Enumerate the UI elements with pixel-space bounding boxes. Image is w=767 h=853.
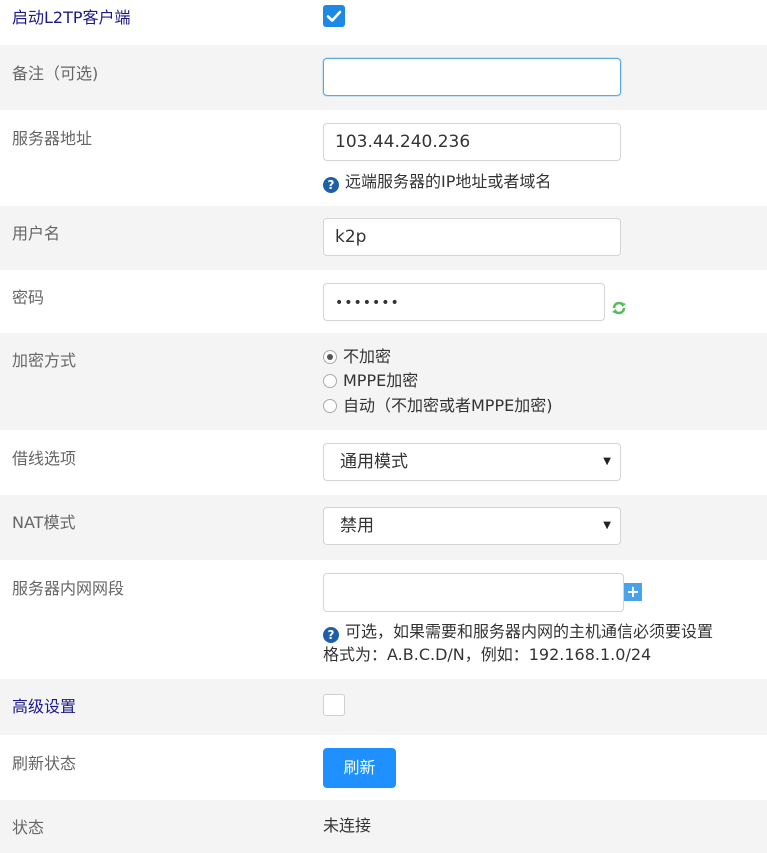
server-help-text: 远端服务器的IP地址或者域名 bbox=[345, 172, 552, 191]
question-icon: ? bbox=[323, 177, 339, 193]
server-row: 服务器地址 103.44.240.236 ? 远端服务器的IP地址或者域名 bbox=[0, 110, 767, 206]
server-address-input[interactable]: 103.44.240.236 bbox=[323, 123, 621, 161]
dropdown-arrow-icon: ▼ bbox=[603, 456, 611, 467]
line-option-label: 借线选项 bbox=[12, 449, 77, 468]
nat-mode-label: NAT模式 bbox=[12, 513, 76, 532]
password-row: 密码 ••••••• bbox=[0, 270, 767, 333]
line-option-value: 通用模式 bbox=[340, 452, 408, 472]
subnet-input[interactable] bbox=[323, 573, 624, 612]
radio-label: 自动（不加密或者MPPE加密) bbox=[343, 396, 553, 415]
password-input[interactable]: ••••••• bbox=[323, 283, 605, 321]
status-value: 未连接 bbox=[323, 816, 372, 835]
l2tp-enable-row: 启动L2TP客户端 bbox=[0, 0, 767, 45]
password-dots: ••••••• bbox=[335, 295, 400, 311]
remark-row: 备注（可选) bbox=[0, 45, 767, 110]
remark-label: 备注（可选) bbox=[12, 64, 99, 83]
nat-mode-row: NAT模式 禁用 ▼ bbox=[0, 495, 767, 560]
radio-button[interactable] bbox=[323, 399, 337, 413]
nat-mode-value: 禁用 bbox=[340, 516, 374, 536]
encryption-row: 加密方式 不加密 MPPE加密 自动（不加密或者MPPE加密) bbox=[0, 333, 767, 430]
nat-mode-select[interactable]: 禁用 ▼ bbox=[323, 507, 621, 545]
status-row: 状态 未连接 bbox=[0, 800, 767, 853]
refresh-icon[interactable] bbox=[611, 300, 627, 316]
line-option-select[interactable]: 通用模式 ▼ bbox=[323, 443, 621, 481]
server-label: 服务器地址 bbox=[12, 129, 93, 148]
checkmark-icon bbox=[326, 10, 342, 22]
advanced-checkbox[interactable] bbox=[323, 694, 345, 716]
subnet-help-format: 格式为：A.B.C.D/N，例如：192.168.1.0/24 bbox=[323, 645, 652, 664]
subnet-row: 服务器内网网段 + ? 可选，如果需要和服务器内网的主机通信必须要设置 格式为：A… bbox=[0, 560, 767, 679]
radio-button[interactable] bbox=[323, 374, 337, 388]
l2tp-enable-label: 启动L2TP客户端 bbox=[12, 8, 131, 27]
subnet-label: 服务器内网网段 bbox=[12, 579, 125, 598]
refresh-label: 刷新状态 bbox=[12, 754, 77, 773]
radio-button[interactable] bbox=[323, 350, 337, 364]
radio-label: 不加密 bbox=[343, 347, 392, 366]
encryption-option-mppe[interactable]: MPPE加密 bbox=[323, 370, 418, 392]
password-label: 密码 bbox=[12, 288, 45, 307]
subnet-help-line1: 可选，如果需要和服务器内网的主机通信必须要设置 bbox=[345, 622, 714, 641]
refresh-button[interactable]: 刷新 bbox=[323, 748, 396, 788]
add-icon[interactable]: + bbox=[624, 583, 642, 601]
remark-input[interactable] bbox=[323, 58, 621, 96]
subnet-help: ? 可选，如果需要和服务器内网的主机通信必须要设置 bbox=[323, 621, 713, 643]
line-option-row: 借线选项 通用模式 ▼ bbox=[0, 430, 767, 495]
advanced-row: 高级设置 bbox=[0, 679, 767, 735]
encryption-option-none[interactable]: 不加密 bbox=[323, 346, 391, 368]
encryption-option-auto[interactable]: 自动（不加密或者MPPE加密) bbox=[323, 395, 552, 417]
l2tp-enable-checkbox[interactable] bbox=[323, 5, 345, 27]
question-icon: ? bbox=[323, 627, 339, 643]
status-label: 状态 bbox=[12, 818, 45, 837]
refresh-row: 刷新状态 刷新 bbox=[0, 735, 767, 800]
username-label: 用户名 bbox=[12, 224, 61, 243]
server-help: ? 远端服务器的IP地址或者域名 bbox=[323, 171, 551, 193]
advanced-label: 高级设置 bbox=[12, 697, 77, 716]
dropdown-arrow-icon: ▼ bbox=[603, 520, 611, 531]
radio-label: MPPE加密 bbox=[343, 371, 419, 390]
username-input[interactable]: k2p bbox=[323, 218, 621, 256]
username-row: 用户名 k2p bbox=[0, 206, 767, 270]
encryption-label: 加密方式 bbox=[12, 351, 77, 370]
